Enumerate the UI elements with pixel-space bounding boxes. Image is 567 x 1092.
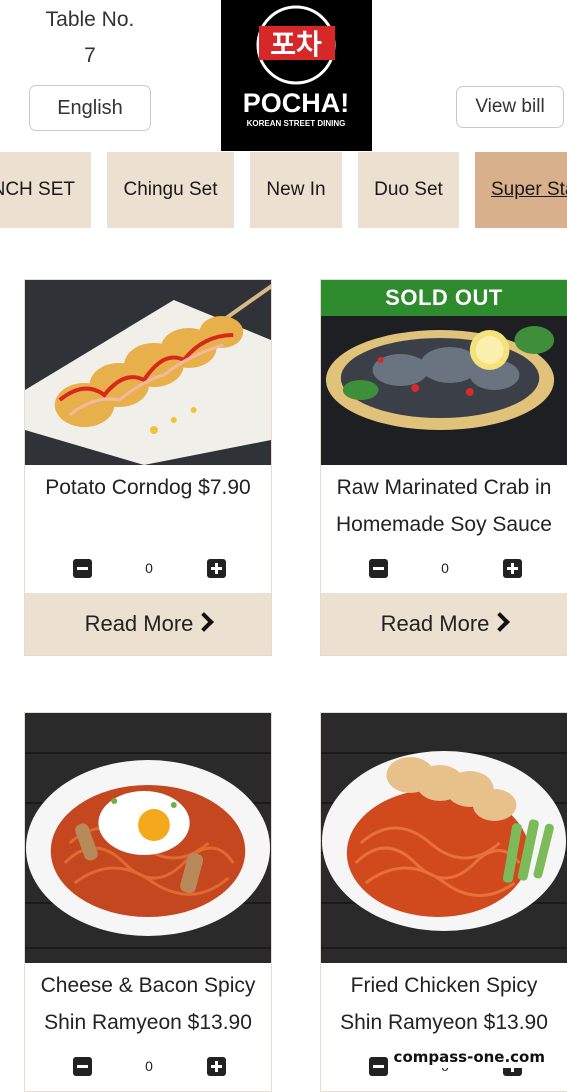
plus-icon[interactable] [207, 559, 226, 578]
table-number-label: Table No. 7 [30, 2, 150, 74]
tab-lunch-set[interactable]: LUNCH SET [0, 152, 91, 228]
read-more-button[interactable]: Read More [25, 593, 271, 655]
product-title: Cheese & Bacon Spicy Shin Ramyeon $13.90 [40, 974, 256, 1034]
product-image[interactable] [25, 280, 271, 465]
chevron-right-icon [490, 612, 511, 632]
read-more-label: Read More [380, 611, 490, 636]
quantity-stepper: 0 [25, 549, 271, 593]
pocha-logo-graphic: 포차 POCHA! KOREAN STREET DINING [243, 5, 350, 128]
minus-icon[interactable] [73, 1057, 92, 1076]
chevron-right-icon [194, 612, 215, 632]
minus-icon[interactable] [73, 559, 92, 578]
product-card-raw-marinated-crab: SOLD OUT Raw Marinated Crab in Homemade … [320, 279, 567, 656]
tab-super-star[interactable]: Super Star [475, 152, 567, 228]
quantity-value: 0 [145, 560, 153, 576]
product-image[interactable]: SOLD OUT [321, 280, 567, 465]
read-more-button[interactable]: Read More [321, 593, 567, 655]
logo-brand-text: POCHA! [243, 88, 350, 118]
product-image[interactable] [25, 713, 271, 963]
product-title: Fried Chicken Spicy Shin Ramyeon $13.90 [340, 974, 548, 1034]
product-title: Raw Marinated Crab in Homemade Soy Sauce [336, 476, 552, 536]
minus-icon[interactable] [369, 559, 388, 578]
quantity-value: 0 [441, 560, 449, 576]
plus-icon[interactable] [503, 559, 522, 578]
plus-icon[interactable] [207, 1057, 226, 1076]
logo-tagline: KOREAN STREET DINING [247, 119, 346, 128]
category-tabs: LUNCH SET Chingu Set New In Duo Set Supe… [0, 152, 567, 228]
pocha-logo: 포차 POCHA! KOREAN STREET DINING [221, 0, 372, 151]
product-card-cheese-bacon-ramyeon: Cheese & Bacon Spicy Shin Ramyeon $13.90… [24, 712, 272, 1092]
tab-duo-set[interactable]: Duo Set [358, 152, 459, 228]
quantity-stepper: 0 [321, 549, 567, 593]
logo-korean-text: 포차 [270, 28, 322, 61]
table-number-value: 7 [84, 44, 96, 67]
quantity-stepper: 0 [25, 1047, 271, 1091]
tab-label: Super Star [491, 179, 567, 200]
quantity-value: 0 [145, 1058, 153, 1074]
tab-label: LUNCH SET [0, 179, 75, 200]
tab-new-in[interactable]: New In [250, 152, 342, 228]
watermark: compass-one.com [389, 1046, 549, 1068]
view-bill-button[interactable]: View bill [456, 86, 564, 128]
tab-label: Chingu Set [123, 179, 218, 200]
product-title: Potato Corndog $7.90 [45, 476, 251, 499]
tab-label: Duo Set [374, 179, 443, 200]
table-label-text: Table No. [45, 8, 135, 31]
read-more-label: Read More [84, 611, 194, 636]
product-image[interactable] [321, 713, 567, 963]
tab-label: New In [266, 179, 326, 200]
minus-icon[interactable] [369, 1057, 388, 1076]
tab-chingu-set[interactable]: Chingu Set [107, 152, 234, 228]
language-button[interactable]: English [29, 85, 151, 131]
product-card-fried-chicken-ramyeon: Fried Chicken Spicy Shin Ramyeon $13.90 … [320, 712, 567, 1092]
sold-out-badge: SOLD OUT [321, 280, 567, 316]
product-card-potato-corndog: Potato Corndog $7.90 0 Read More [24, 279, 272, 656]
